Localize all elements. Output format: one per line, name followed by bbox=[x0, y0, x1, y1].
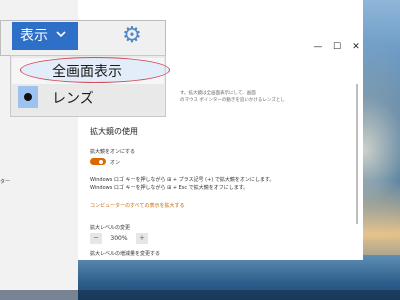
maximize-button[interactable]: ☐ bbox=[330, 41, 344, 53]
hint-text-1: Windows ロゴ キーを押しながら ⊞ + プラス記号 (+) で拡大鏡をオ… bbox=[90, 177, 275, 183]
hint-text-2: Windows ロゴ キーを押しながら ⊞ + Esc で拡大鏡をオフにします。 bbox=[90, 185, 249, 191]
minimize-button[interactable]: — bbox=[311, 41, 325, 53]
menu-item-lens-label: レンズ bbox=[52, 91, 94, 107]
gear-icon[interactable]: ⚙ bbox=[120, 24, 144, 48]
intro-text-1: す。拡大鏡は全画面表示にして、画面 bbox=[180, 91, 256, 96]
zoom-minus-button[interactable]: － bbox=[90, 233, 102, 244]
toggle-knob bbox=[99, 159, 103, 164]
taskbar bbox=[0, 290, 400, 300]
toggle-state: オン bbox=[110, 160, 121, 166]
magnifier-toggle[interactable] bbox=[90, 158, 106, 165]
section-title: 拡大鏡の使用 bbox=[90, 127, 138, 136]
close-button[interactable]: ✕ bbox=[349, 41, 363, 53]
zoom-label: 拡大レベルの変更 bbox=[90, 225, 131, 231]
zoom-value: 300% bbox=[104, 233, 134, 244]
chevron-down-icon bbox=[56, 22, 67, 50]
nav-partial-label[interactable]: ター bbox=[0, 178, 10, 185]
view-button-label: 表示 bbox=[20, 28, 48, 44]
intro-text-2: のマウス ポインターの動きを追いかけるレンズとし bbox=[180, 98, 285, 103]
toggle-label: 拡大鏡をオンにする bbox=[90, 149, 136, 155]
bullet-icon bbox=[24, 93, 32, 101]
scrollbar[interactable] bbox=[356, 84, 358, 224]
increment-label: 拡大レベルの増減量を変更する bbox=[90, 251, 161, 257]
magnify-all-link[interactable]: コンピューターのすべての表示を拡大する bbox=[90, 202, 184, 209]
menu-item-fullscreen-label: 全画面表示 bbox=[52, 64, 122, 80]
zoom-plus-button[interactable]: ＋ bbox=[136, 233, 148, 244]
view-dropdown-button[interactable]: 表示 bbox=[12, 22, 78, 50]
